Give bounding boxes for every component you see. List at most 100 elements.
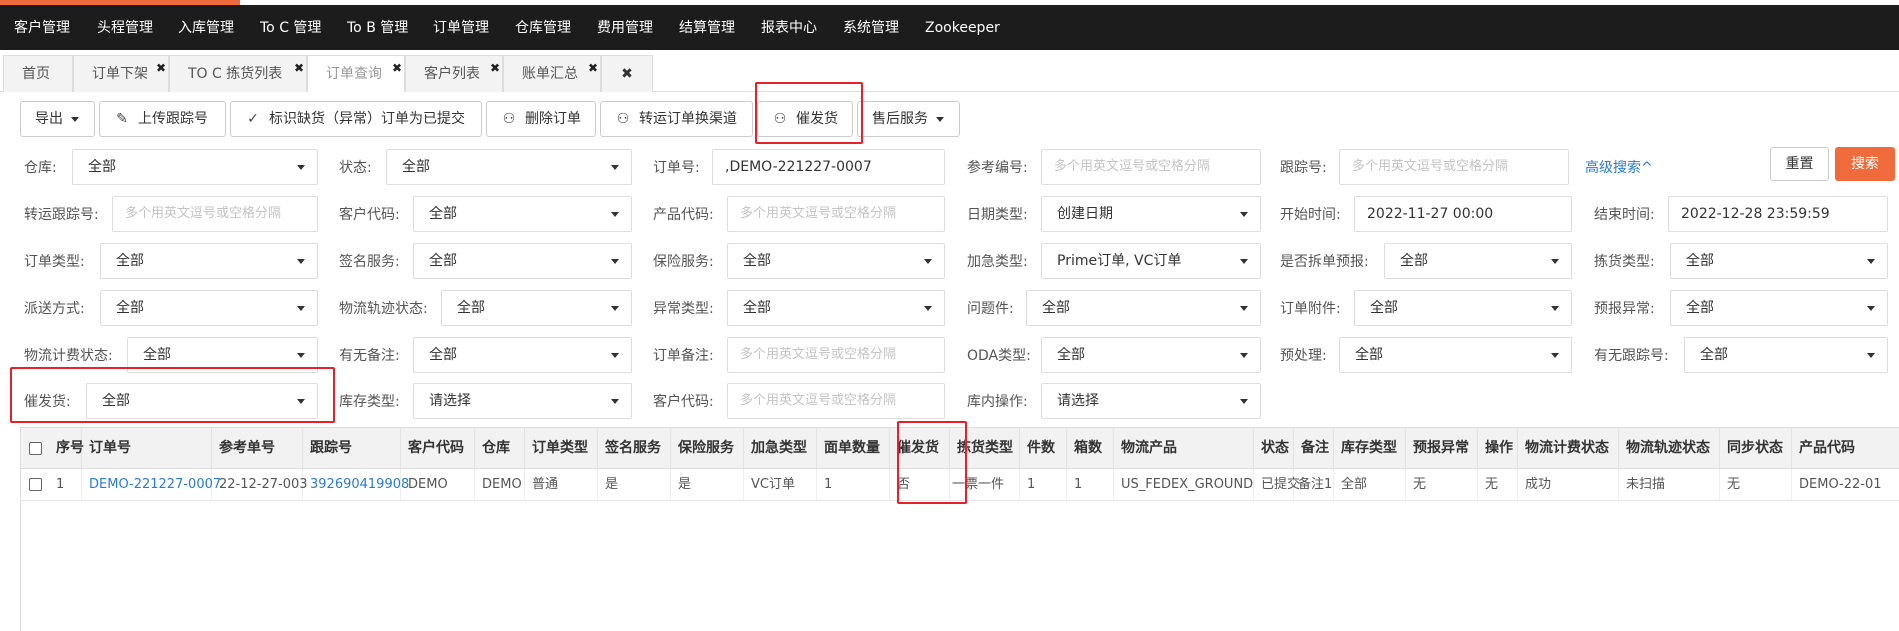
tab-order-offshelf[interactable]: 订单下架 ✖ [73, 55, 169, 92]
tab-close-icon[interactable]: ✖ [588, 50, 598, 87]
col-header[interactable]: 序号 [49, 428, 84, 469]
tab-close-icon[interactable]: ✖ [156, 50, 166, 87]
export-button[interactable]: 导出 [20, 101, 95, 137]
pick-type-select[interactable]: 全部 [1670, 243, 1888, 279]
col-header[interactable]: 操作 [1478, 428, 1518, 469]
nav-fees[interactable]: 费用管理 [597, 5, 653, 50]
nav-inbound[interactable]: 入库管理 [178, 5, 234, 50]
col-header[interactable]: 催发货 [890, 428, 950, 469]
col-header[interactable]: 状态 [1254, 428, 1294, 469]
reset-button[interactable]: 重置 [1770, 147, 1829, 181]
upload-tracking-button[interactable]: ✎ 上传跟踪号 [99, 101, 226, 137]
customer-code2-input[interactable]: 多个用英文逗号或空格分隔 [727, 383, 945, 419]
chevron-down-icon [297, 353, 305, 358]
in-warehouse-op-select[interactable]: 请选择 [1041, 383, 1261, 419]
transfer-tracking-input[interactable]: 多个用英文逗号或空格分隔 [112, 196, 318, 232]
col-header[interactable]: 跟踪号 [303, 428, 401, 469]
col-header[interactable]: 签名服务 [598, 428, 671, 469]
col-header[interactable]: 物流产品 [1114, 428, 1254, 469]
logistics-track-select[interactable]: 全部 [441, 290, 632, 326]
product-code-input[interactable]: 多个用英文逗号或空格分隔 [727, 196, 945, 232]
transfer-channel-button[interactable]: ⚇ 转运订单换渠道 [600, 101, 753, 137]
stock-type-select[interactable]: 请选择 [413, 383, 632, 419]
col-header[interactable]: 物流轨迹状态 [1619, 428, 1720, 469]
attachment-select[interactable]: 全部 [1354, 290, 1572, 326]
urgent-type-select[interactable]: Prime订单, VC订单 [1041, 243, 1261, 279]
nav-warehouse[interactable]: 仓库管理 [515, 5, 571, 50]
col-header[interactable]: 物流计费状态 [1518, 428, 1619, 469]
tab-customer-list[interactable]: 客户列表 ✖ [405, 55, 503, 92]
col-header[interactable]: 产品代码 [1792, 428, 1899, 469]
has-remark-select[interactable]: 全部 [413, 337, 632, 373]
close-all-tabs-button[interactable]: ✖ [601, 55, 653, 92]
col-header[interactable]: 保险服务 [671, 428, 744, 469]
tab-close-icon[interactable]: ✖ [392, 50, 402, 87]
col-header[interactable]: 箱数 [1067, 428, 1114, 469]
urge-shipment-button[interactable]: ⚇ 催发货 [757, 101, 853, 137]
col-header[interactable]: 库存类型 [1334, 428, 1406, 469]
oda-type-select[interactable]: 全部 [1041, 337, 1261, 373]
mark-shortage-button[interactable]: ✓ 标识缺货（异常）订单为已提交 [230, 101, 482, 137]
col-header[interactable]: 件数 [1020, 428, 1067, 469]
date-type-select[interactable]: 创建日期 [1041, 196, 1261, 232]
cell-tracking-link[interactable]: 392690419908 [303, 469, 409, 501]
col-header[interactable]: 订单号 [82, 428, 212, 469]
customer-code-select[interactable]: 全部 [413, 196, 632, 232]
urge-filter-select[interactable]: 全部 [86, 383, 318, 419]
nav-reports[interactable]: 报表中心 [761, 5, 817, 50]
order-type-select[interactable]: 全部 [100, 243, 318, 279]
after-sales-button[interactable]: 售后服务 [857, 101, 960, 137]
nav-customer[interactable]: 客户管理 [14, 5, 70, 50]
tab-home[interactable]: 首页 [3, 55, 73, 92]
start-time-input[interactable]: 2022-11-27 00:00 [1354, 196, 1572, 232]
search-button[interactable]: 搜索 [1835, 147, 1895, 181]
problem-select[interactable]: 全部 [1026, 290, 1261, 326]
delivery-select[interactable]: 全部 [100, 290, 318, 326]
col-header[interactable]: 预报异常 [1406, 428, 1478, 469]
warehouse-select[interactable]: 全部 [72, 149, 318, 185]
col-header[interactable]: 同步状态 [1720, 428, 1792, 469]
nav-tob[interactable]: To B 管理 [347, 5, 408, 50]
insurance-select[interactable]: 全部 [727, 243, 945, 279]
row-checkbox[interactable] [29, 478, 42, 491]
delivery-value: 全部 [116, 300, 144, 316]
col-header[interactable]: 仓库 [475, 428, 525, 469]
nav-orders[interactable]: 订单管理 [433, 5, 489, 50]
col-header[interactable]: 备注 [1294, 428, 1334, 469]
col-header[interactable]: 订单类型 [525, 428, 598, 469]
nav-system[interactable]: 系统管理 [843, 5, 899, 50]
col-header[interactable]: 面单数量 [817, 428, 890, 469]
nav-zookeeper[interactable]: Zookeeper [925, 5, 1000, 50]
prereport-exception-select[interactable]: 全部 [1670, 290, 1888, 326]
billing-status-select[interactable]: 全部 [127, 337, 318, 373]
col-header[interactable]: 客户代码 [401, 428, 475, 469]
has-tracking-select[interactable]: 全部 [1684, 337, 1888, 373]
tab-bill-summary[interactable]: 账单汇总 ✖ [503, 55, 601, 92]
tab-toc-pick-list[interactable]: TO C 拣货列表 ✖ [169, 55, 307, 92]
col-header[interactable]: 拣货类型 [950, 428, 1020, 469]
table-row[interactable]: 1 DEMO-221227-0007 22-12-27-003 39269041… [21, 469, 1899, 501]
advanced-search-link[interactable]: 高级搜索^ [1585, 157, 1653, 177]
ref-no-input[interactable]: 多个用英文逗号或空格分隔 [1041, 149, 1261, 185]
split-prereport-select[interactable]: 全部 [1384, 243, 1572, 279]
sign-service-select[interactable]: 全部 [413, 243, 632, 279]
tab-close-icon[interactable]: ✖ [294, 50, 304, 87]
preprocess-select[interactable]: 全部 [1339, 337, 1572, 373]
has-remark-label: 有无备注: [339, 348, 400, 364]
end-time-input[interactable]: 2022-12-28 23:59:59 [1668, 196, 1888, 232]
nav-settlement[interactable]: 结算管理 [679, 5, 735, 50]
col-header[interactable]: 加急类型 [744, 428, 817, 469]
exception-type-select[interactable]: 全部 [727, 290, 945, 326]
col-header[interactable]: 参考单号 [212, 428, 303, 469]
order-no-input[interactable]: ,DEMO-221227-0007 [712, 149, 945, 185]
tab-order-query[interactable]: 订单查询 ✖ [307, 55, 405, 92]
tracking-no-input[interactable]: 多个用英文逗号或空格分隔 [1339, 149, 1569, 185]
nav-toc[interactable]: To C 管理 [260, 5, 321, 50]
select-all-checkbox[interactable] [29, 442, 42, 455]
status-select[interactable]: 全部 [386, 149, 632, 185]
tab-close-icon[interactable]: ✖ [490, 50, 500, 87]
cell-order-no-link[interactable]: DEMO-221227-0007 [82, 469, 221, 501]
nav-firstleg[interactable]: 头程管理 [97, 5, 153, 50]
delete-order-button[interactable]: ⚇ 删除订单 [486, 101, 596, 137]
order-remark-input[interactable]: 多个用英文逗号或空格分隔 [727, 337, 945, 373]
